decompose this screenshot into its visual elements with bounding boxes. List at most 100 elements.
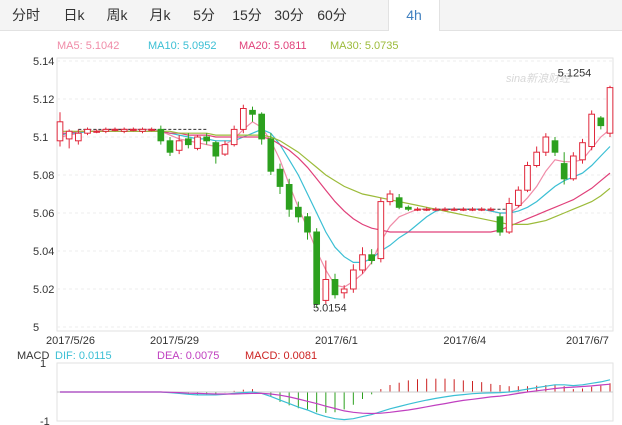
candle: [157, 125, 165, 145]
candle-body: [203, 136, 211, 142]
candle: [276, 163, 284, 194]
candle-body: [487, 208, 495, 211]
candle-body: [221, 144, 229, 155]
candle-body: [414, 208, 421, 211]
macd-legend-3: MACD: 0.0081: [245, 350, 317, 362]
candle: [514, 186, 522, 208]
y-tick-label: 5.04: [33, 246, 54, 258]
y-tick-label: 5.1: [33, 132, 48, 144]
candle-body: [404, 206, 412, 210]
candle-body: [533, 151, 541, 166]
candle-body: [441, 208, 449, 211]
candle-body: [304, 216, 311, 233]
candle: [478, 207, 486, 212]
ma-line-MA10: [59, 128, 611, 263]
candle: [129, 127, 137, 132]
candle: [56, 112, 64, 147]
candle: [331, 273, 339, 299]
candle: [258, 112, 266, 145]
y-tick-label: 5.14: [33, 56, 54, 68]
candle-body: [294, 206, 302, 218]
candle-body: [514, 189, 522, 206]
candle-body: [313, 231, 321, 305]
candle: [487, 207, 495, 212]
x-tick-label: 2017/6/4: [443, 335, 486, 347]
candle-body: [65, 130, 73, 140]
candle-body: [84, 128, 91, 134]
macd-legend-2: DEA: 0.0075: [157, 350, 219, 362]
candle-body: [157, 128, 165, 142]
candle: [505, 197, 513, 234]
candle-body: [359, 254, 366, 271]
macd-panel: 1 -1: [40, 358, 614, 425]
candle: [65, 129, 73, 149]
candle: [148, 127, 156, 132]
kline-chart: MA5: 5.1042 MA10: 5.0952 MA20: 5.0811 MA30:…: [17, 40, 614, 425]
candle: [414, 207, 421, 212]
candle-body: [423, 208, 431, 211]
y-tick-label: 5.12: [33, 94, 54, 106]
high-annotation: 5.1254: [558, 68, 592, 80]
candle-body: [386, 193, 394, 203]
candle: [606, 85, 614, 137]
candle: [230, 125, 238, 147]
candle-body: [588, 113, 596, 147]
candle: [111, 127, 119, 132]
candle-body: [505, 203, 513, 233]
candle: [441, 207, 449, 212]
ma-lines: [59, 121, 611, 288]
candle: [579, 138, 586, 164]
legend-ma-0: MA5: 5.1042: [57, 40, 119, 52]
candle: [496, 213, 504, 236]
candle-body: [450, 208, 458, 211]
low-annotation: 5.0154: [313, 303, 347, 315]
candle-body: [331, 279, 339, 296]
candle-body: [139, 128, 146, 132]
candle-body: [276, 168, 284, 187]
candle: [404, 205, 412, 212]
candle: [120, 127, 128, 134]
candle-body: [469, 208, 476, 211]
date-x-axis: 2017/5/26 2017/5/29 2017/6/1 2017/6/4 2017/6…: [46, 335, 609, 347]
candle-body: [285, 184, 293, 210]
candle-body: [569, 155, 577, 180]
candle-body: [459, 208, 467, 211]
candle-body: [560, 163, 568, 180]
candle: [194, 135, 201, 151]
candle-body: [102, 128, 110, 132]
candle: [304, 213, 311, 240]
macd-legend-1: DIF: 0.0115: [55, 350, 112, 362]
candle: [313, 228, 321, 308]
candle-body: [120, 128, 128, 132]
y-tick-label: 5.06: [33, 208, 54, 220]
candle: [459, 207, 467, 212]
candle: [569, 152, 577, 181]
candle-body: [230, 128, 238, 146]
candle: [239, 104, 247, 134]
candle-body: [579, 142, 586, 161]
candle-body: [340, 288, 348, 294]
candle-body: [194, 136, 201, 149]
x-tick-label: 2017/5/29: [150, 335, 199, 347]
candle: [524, 161, 531, 193]
candle-body: [258, 113, 266, 140]
candle: [432, 207, 440, 212]
candle-body: [175, 140, 183, 151]
candle-body: [395, 197, 403, 208]
candle-body: [93, 130, 101, 133]
legend-ma-3: MA30: 5.0735: [330, 40, 399, 52]
price-y-axis: 5.14 5.12 5.1 5.08 5.06 5.04 5.02 5: [33, 56, 54, 334]
candle-body: [129, 128, 137, 131]
candle: [285, 178, 293, 217]
y-tick-label: 5: [33, 322, 39, 334]
ma-line-MA5: [59, 121, 611, 288]
candle: [386, 190, 394, 206]
x-tick-label: 2017/6/7: [566, 335, 609, 347]
candle-body: [478, 208, 486, 211]
candle-body: [56, 121, 64, 142]
candle-body: [74, 132, 82, 142]
ma-legend: MA5: 5.1042 MA10: 5.0952 MA20: 5.0811 MA30:…: [57, 40, 399, 52]
candle: [102, 127, 110, 134]
candle-body: [349, 269, 357, 290]
x-tick-label: 2017/5/26: [46, 335, 95, 347]
